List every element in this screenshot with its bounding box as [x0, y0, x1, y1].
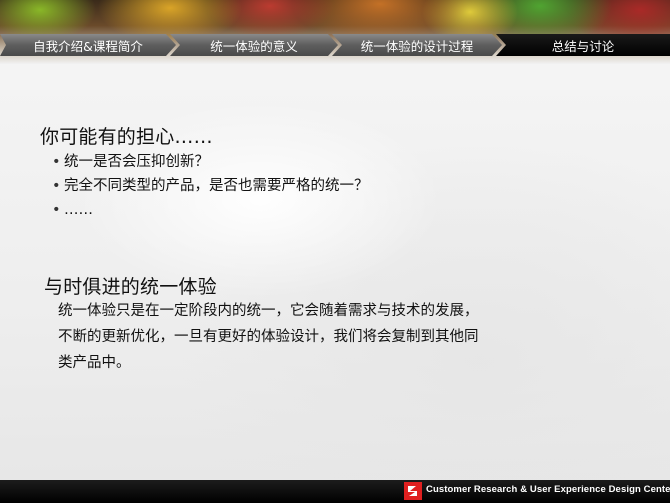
- section1-title: 你可能有的担心……: [40, 126, 213, 148]
- list-item: •……: [52, 199, 369, 223]
- list-item: • 统一是否会压抑创新？: [52, 151, 369, 175]
- paragraph-line: 类产品中。: [58, 355, 131, 371]
- bullet-icon: •: [52, 154, 61, 170]
- paragraph-line: 不断的更新优化，一旦有更好的体验设计，我们将会复制到其他同: [58, 329, 479, 345]
- bullet-icon: •: [52, 202, 61, 218]
- nav-item-label: 自我介绍&课程简介: [33, 38, 143, 54]
- section2-paragraph: 统一体验只是在一定阶段内的统一，它会随着需求与技术的发展， 不断的更新优化，一旦…: [58, 298, 578, 376]
- nav-item-process[interactable]: 统一体验的设计过程: [332, 34, 502, 56]
- paragraph-line: 统一体验只是在一定阶段内的统一，它会随着需求与技术的发展，: [58, 303, 479, 319]
- footer-bar: Customer Research & User Experience Desi…: [0, 480, 670, 503]
- cdc-logo-icon: [404, 482, 422, 500]
- section2-title: 与时俱进的统一体验: [44, 276, 217, 298]
- nav-item-label: 统一体验的意义: [210, 38, 298, 54]
- list-item-text: ……: [64, 202, 93, 218]
- bullet-icon: •: [52, 178, 61, 194]
- nav-item-meaning[interactable]: 统一体验的意义: [170, 34, 338, 56]
- list-item-text: 统一是否会压抑创新？: [64, 154, 209, 170]
- list-item: • 完全不同类型的产品，是否也需要严格的统一？: [52, 175, 369, 199]
- section-nav: 自我介绍&课程简介 统一体验的意义 统一体验的设计过程 总结与讨论: [0, 34, 670, 56]
- concern-list: • 统一是否会压抑创新？ • 完全不同类型的产品，是否也需要严格的统一？ •……: [52, 151, 369, 223]
- slide: 自我介绍&课程简介 统一体验的意义 统一体验的设计过程 总结与讨论 你可能有的担…: [0, 0, 670, 503]
- list-item-text: 完全不同类型的产品，是否也需要严格的统一？: [64, 178, 369, 194]
- nav-item-intro[interactable]: 自我介绍&课程简介: [0, 34, 176, 56]
- nav-item-summary[interactable]: 总结与讨论: [496, 34, 670, 56]
- footer-org-name: Customer Research & User Experience Desi…: [426, 484, 670, 495]
- nav-item-label: 总结与讨论: [551, 38, 615, 54]
- nav-item-label: 统一体验的设计过程: [360, 38, 474, 54]
